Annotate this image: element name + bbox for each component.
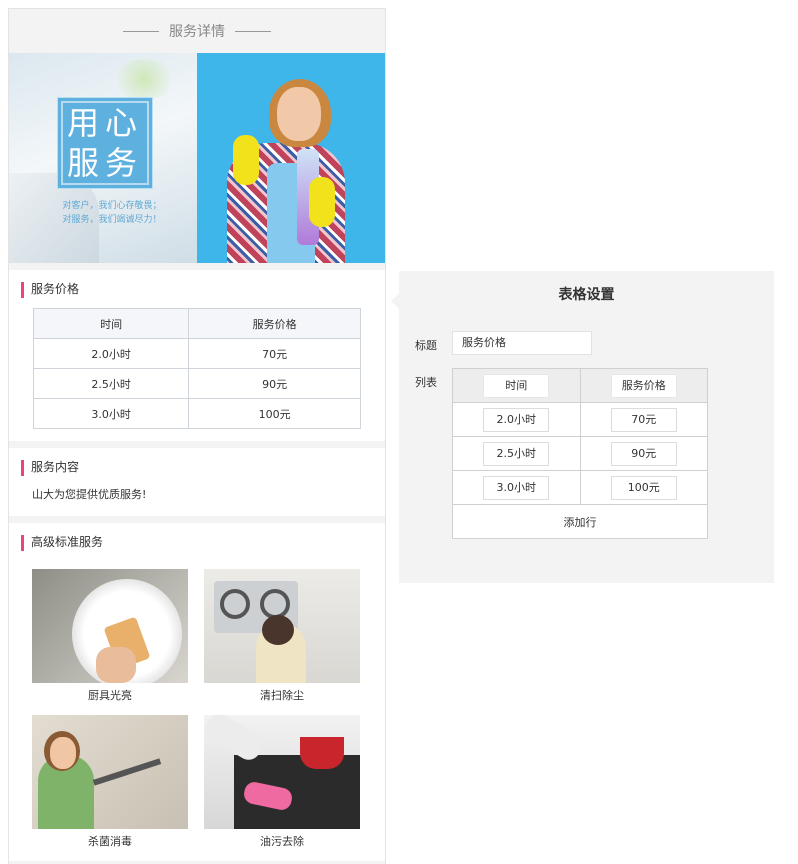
time-input[interactable]: 2.0小时 [483,407,550,432]
burner-shape [220,589,250,619]
column-header-price: 服务价格 [188,308,361,339]
header-cell: 服务价格 [579,368,708,403]
service-item[interactable]: 杀菌消毒 [32,715,188,855]
mobile-preview: 服务详情 用心 服务 对客户，我们心存敬畏； 对服务，我们竭诚尽力！ 服务价格 … [8,8,386,864]
settings-title: 表格设置 [558,286,615,302]
slogan-sub-line-1: 对客户，我们心存敬畏； [62,201,162,211]
service-item-label: 清扫除尘 [260,689,304,702]
head-shape [262,615,294,645]
table-cell: 2.0小时 [452,402,581,437]
page-title: 服务详情 [169,23,225,39]
service-item[interactable]: 清扫除尘 [204,569,360,709]
service-item-label: 油污去除 [260,835,304,848]
grease-removal-photo-icon [204,715,360,829]
header-divider-left [123,30,159,32]
kitchenware-photo-icon [32,569,188,683]
service-item-label: 厨具光亮 [88,689,132,702]
cell-time: 3.0小时 [32,398,190,429]
table-cell: 100元 [579,470,708,505]
table-row: 2.5小时 90元 [32,368,361,399]
price-input[interactable]: 70元 [610,407,677,432]
title-label: 标题 [415,339,437,352]
price-table: 时间 服务价格 2.0小时 70元 2.5小时 90元 3.0小时 100元 [32,308,361,429]
stove-cleaning-photo-icon [204,569,360,683]
premium-card[interactable]: 高级标准服务 厨具光亮 清扫除尘 杀菌消毒 油污去除 [9,523,385,861]
banner-woman-photo [197,53,385,263]
table-settings-panel: 表格设置 标题 服务价格 列表 时间 服务价格 2.0小时 70元 2.5小时 … [391,271,774,583]
steam-wand-shape [92,758,162,786]
price-input[interactable]: 100元 [610,475,677,500]
thumbs-up-glove-shape [233,135,259,185]
add-row-button[interactable]: 添加行 [452,504,708,539]
title-input[interactable]: 服务价格 [452,331,592,355]
service-item-label: 杀菌消毒 [88,835,132,848]
table-row: 3.0小时 100元 [452,470,708,505]
hand-shape [96,647,136,683]
price-input[interactable]: 90元 [610,441,677,466]
list-label: 列表 [415,376,437,389]
content-text: 山大为您提供优质服务! [32,488,147,501]
table-row: 2.0小时 70元 [452,402,708,437]
service-banner: 用心 服务 对客户，我们心存敬畏； 对服务，我们竭诚尽力！ [9,53,385,263]
slogan-line-2: 服务 [66,144,143,182]
plant-decoration [109,59,179,99]
banner-left-image: 用心 服务 对客户，我们心存敬畏； 对服务，我们竭诚尽力！ [9,53,197,263]
content-section-title: 服务内容 [9,448,385,486]
cell-price: 70元 [188,338,361,369]
price-table-header: 时间 服务价格 [32,308,361,339]
cell-time: 2.5小时 [32,368,190,399]
slogan-sub-line-2: 对服务，我们竭诚尽力！ [62,215,162,225]
table-row: 2.5小时 90元 [452,436,708,471]
table-cell: 90元 [579,436,708,471]
premium-section-title: 高级标准服务 [9,523,385,561]
editable-table: 时间 服务价格 2.0小时 70元 2.5小时 90元 3.0小时 100元 添… [452,368,708,539]
header-divider-right [235,30,271,32]
cell-time: 2.0小时 [32,338,190,369]
slogan-line-1: 用心 [66,104,143,142]
table-row: 2.0小时 70元 [32,338,361,369]
header-cell: 时间 [452,368,581,403]
table-cell: 2.5小时 [452,436,581,471]
table-cell: 3.0小时 [452,470,581,505]
woman-face-shape [277,87,321,141]
column-name-input[interactable]: 服务价格 [610,373,677,398]
cell-price: 90元 [188,368,361,399]
price-section-title: 服务价格 [9,270,385,308]
time-input[interactable]: 3.0小时 [483,475,550,500]
page-header: 服务详情 [9,9,385,53]
steam-disinfect-photo-icon [32,715,188,829]
pot-shape [300,737,344,769]
slogan-subtext: 对客户，我们心存敬畏； 对服务，我们竭诚尽力！ [47,199,177,227]
table-row: 3.0小时 100元 [32,398,361,429]
add-row-row: 添加行 [452,504,708,539]
column-header-time: 时间 [32,308,190,339]
price-card[interactable]: 服务价格 时间 服务价格 2.0小时 70元 2.5小时 90元 3.0小时 1… [9,270,385,441]
service-grid: 厨具光亮 清扫除尘 杀菌消毒 油污去除 [9,561,385,861]
service-item[interactable]: 厨具光亮 [32,569,188,709]
table-cell: 70元 [579,402,708,437]
time-input[interactable]: 2.5小时 [483,441,550,466]
face-shape [50,737,76,769]
service-item[interactable]: 油污去除 [204,715,360,855]
glove-shape [309,177,335,227]
editable-table-header: 时间 服务价格 [452,368,708,403]
column-name-input[interactable]: 时间 [483,373,550,398]
slogan-box: 用心 服务 [57,97,153,189]
cell-price: 100元 [188,398,361,429]
content-card[interactable]: 服务内容 山大为您提供优质服务! [9,448,385,516]
